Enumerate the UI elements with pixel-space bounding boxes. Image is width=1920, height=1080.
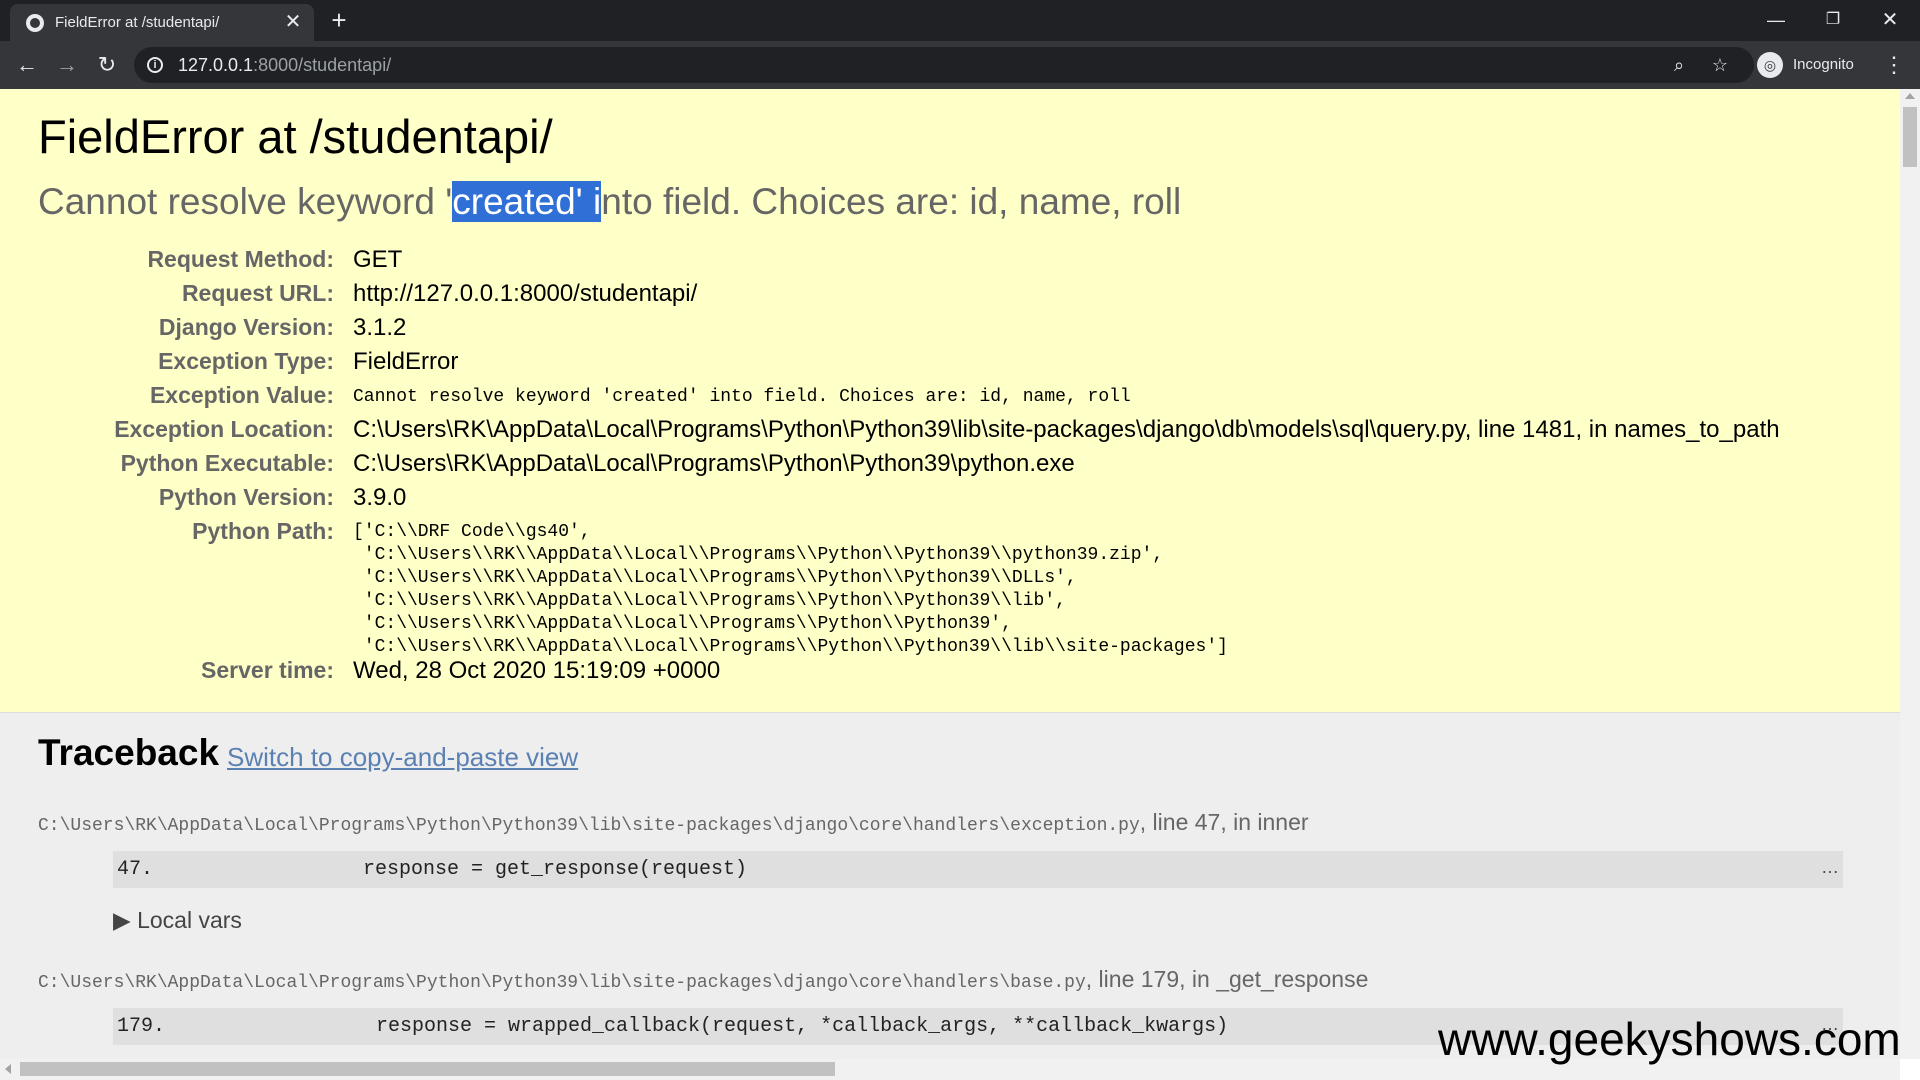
restore-icon[interactable]: ❐ <box>1813 6 1853 34</box>
meta-value: FieldError <box>353 348 459 375</box>
more-icon[interactable]: … <box>1821 857 1839 878</box>
meta-key: Request URL: <box>181 280 334 306</box>
meta-key: Exception Location: <box>114 416 334 442</box>
code-context-line[interactable]: 47. response = get_response(request) … <box>113 851 1843 888</box>
meta-key: Python Path: <box>192 518 334 544</box>
meta-value: GET <box>353 246 403 273</box>
meta-key: Python Executable: <box>120 450 334 476</box>
frame-line-info: , line 179, in _get_response <box>1085 966 1369 992</box>
menu-icon[interactable]: ⋮ <box>1880 51 1908 79</box>
scroll-left-arrow-icon[interactable] <box>5 1064 11 1074</box>
url-host: 127.0.0.1 <box>178 55 254 75</box>
traceback-heading: Traceback <box>38 732 220 773</box>
reload-icon[interactable]: ↻ <box>93 51 121 79</box>
scroll-up-arrow-icon[interactable] <box>1905 93 1915 99</box>
meta-key: Server time: <box>201 657 334 683</box>
page-viewport: FieldError at /studentapi/ Cannot resolv… <box>0 89 1900 1059</box>
frame-location: C:\Users\RK\AppData\Local\Programs\Pytho… <box>38 809 1309 836</box>
frame-file-path: C:\Users\RK\AppData\Local\Programs\Pytho… <box>38 973 1086 993</box>
globe-icon <box>26 14 44 32</box>
url-text[interactable]: 127.0.0.1:8000/studentapi/ <box>178 55 391 76</box>
incognito-icon: ◎ <box>1757 52 1783 78</box>
close-icon[interactable]: ✕ <box>1870 6 1910 34</box>
tab-strip: FieldError at /studentapi/ ✕ + — ❐ ✕ <box>0 0 1920 41</box>
url-path: :8000/studentapi/ <box>253 55 392 75</box>
browser-tab[interactable]: FieldError at /studentapi/ ✕ <box>10 4 314 41</box>
meta-value: http://127.0.0.1:8000/studentapi/ <box>353 280 698 307</box>
code-text: response = wrapped_callback(request, *ca… <box>376 1015 1229 1038</box>
code-line-number: 179. <box>117 1015 166 1038</box>
meta-value: Wed, 28 Oct 2020 15:19:09 +0000 <box>353 657 721 684</box>
python-path-list: ['C:\\DRF Code\\gs40', 'C:\\Users\\RK\\A… <box>353 522 1228 657</box>
error-message: Cannot resolve keyword 'created' into fi… <box>38 181 1181 223</box>
meta-value: C:\Users\RK\AppData\Local\Programs\Pytho… <box>353 450 1075 477</box>
star-icon[interactable]: ☆ <box>1708 53 1732 77</box>
code-line-number: 47. <box>117 858 154 881</box>
error-summary: FieldError at /studentapi/ Cannot resolv… <box>0 89 1900 713</box>
incognito-indicator[interactable]: ◎ Incognito <box>1757 47 1867 83</box>
back-icon[interactable]: ← <box>13 51 41 79</box>
meta-key: Exception Type: <box>158 348 334 374</box>
address-bar[interactable]: i 127.0.0.1:8000/studentapi/ ⌕ ☆ <box>134 47 1754 83</box>
meta-value: 3.9.0 <box>353 484 407 511</box>
meta-value: Cannot resolve keyword 'created' into fi… <box>353 387 1131 407</box>
horizontal-scroll-thumb[interactable] <box>20 1062 835 1076</box>
browser-toolbar: ← → ↻ i 127.0.0.1:8000/studentapi/ ⌕ ☆ ◎… <box>0 41 1920 89</box>
incognito-label: Incognito <box>1793 56 1854 73</box>
meta-key: Python Version: <box>158 484 334 510</box>
frame-file-path: C:\Users\RK\AppData\Local\Programs\Pytho… <box>38 816 1140 836</box>
frame-location: C:\Users\RK\AppData\Local\Programs\Pytho… <box>38 966 1368 993</box>
new-tab-button[interactable]: + <box>326 7 352 33</box>
vertical-scroll-thumb[interactable] <box>1903 107 1917 167</box>
local-vars-toggle[interactable]: ▶ Local vars <box>113 907 242 934</box>
error-message-pre: Cannot resolve keyword ' <box>38 181 453 222</box>
zoom-icon[interactable]: ⌕ <box>1667 53 1691 77</box>
page-title: FieldError at /studentapi/ <box>38 110 553 163</box>
watermark: www.geekyshows.com <box>1438 1013 1901 1065</box>
meta-value: 3.1.2 <box>353 314 407 341</box>
forward-icon[interactable]: → <box>53 51 81 79</box>
meta-key: Django Version: <box>158 314 334 340</box>
meta-key: Exception Value: <box>149 382 334 408</box>
frame-line-info: , line 47, in inner <box>1139 809 1309 835</box>
error-message-post: nto field. Choices are: id, name, roll <box>601 181 1182 222</box>
meta-value: C:\Users\RK\AppData\Local\Programs\Pytho… <box>353 416 1780 443</box>
meta-key: Request Method: <box>147 246 334 272</box>
info-icon[interactable]: i <box>147 57 163 73</box>
tab-close-icon[interactable]: ✕ <box>282 11 304 33</box>
code-text: response = get_response(request) <box>363 858 748 881</box>
minimize-icon[interactable]: — <box>1756 6 1796 34</box>
tab-title: FieldError at /studentapi/ <box>55 14 220 31</box>
copy-paste-view-link[interactable]: Switch to copy-and-paste view <box>227 742 578 773</box>
vertical-scrollbar[interactable] <box>1900 89 1920 1059</box>
selected-text: created' i <box>452 181 602 222</box>
